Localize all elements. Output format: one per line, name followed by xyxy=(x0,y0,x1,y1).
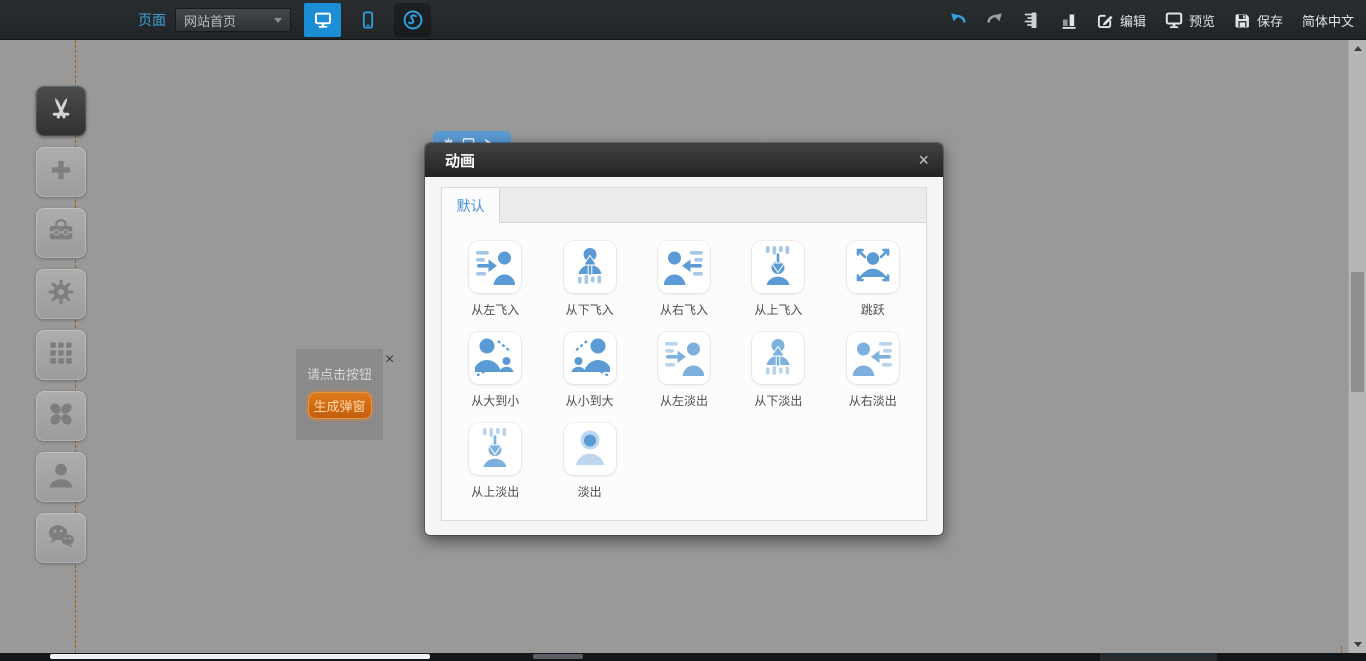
vertical-scrollbar-thumb[interactable] xyxy=(1351,272,1364,392)
link-icon xyxy=(403,10,423,30)
sidebar-item-wechat[interactable] xyxy=(36,513,86,563)
generate-popup-button[interactable]: 生成弹窗 xyxy=(308,392,372,419)
undo-button[interactable] xyxy=(949,11,967,29)
gear-icon xyxy=(46,277,76,312)
fade-out-right-icon xyxy=(853,336,893,381)
sidebar-item-add[interactable] xyxy=(36,147,86,197)
sidebar-item-design[interactable] xyxy=(36,86,86,136)
link-button[interactable] xyxy=(394,3,431,37)
animation-item[interactable]: 从下淡出 xyxy=(731,324,825,415)
element-close-icon[interactable]: × xyxy=(385,352,394,368)
horizontal-scrollbar-thumb[interactable] xyxy=(50,654,430,659)
guide-line-right xyxy=(1341,646,1342,653)
sidebar-item-settings[interactable] xyxy=(36,269,86,319)
animation-item[interactable]: 从大到小 xyxy=(448,324,542,415)
redo-icon xyxy=(986,11,1004,29)
toolbar-left-group: 页面 网站首页 xyxy=(138,0,431,40)
toolbar-right-group: 编辑预览保存简体中文 xyxy=(949,0,1354,40)
undo-icon xyxy=(949,11,967,29)
fly-in-right-icon xyxy=(664,245,704,290)
fade-out-left-icon xyxy=(664,336,704,381)
desktop-icon xyxy=(314,11,332,29)
modal-tabs: 默认 xyxy=(442,188,926,223)
redo-button[interactable] xyxy=(986,11,1004,29)
fade-out-top-icon xyxy=(475,427,515,472)
animation-item[interactable]: 从上淡出 xyxy=(448,415,542,506)
sidebar-item-user[interactable] xyxy=(36,452,86,502)
animation-item[interactable]: 从下飞入 xyxy=(542,233,636,324)
device-switch xyxy=(304,3,431,37)
desktop-view-button[interactable] xyxy=(304,3,341,37)
modal-title: 动画 xyxy=(445,150,475,171)
fade-out-bottom-icon xyxy=(758,336,798,381)
small-to-big-icon xyxy=(570,336,610,381)
user-icon xyxy=(46,460,76,495)
animation-item[interactable]: 从小到大 xyxy=(542,324,636,415)
plus-icon xyxy=(46,155,76,190)
clover-icon xyxy=(46,399,76,434)
page-select[interactable]: 网站首页 xyxy=(175,8,291,32)
tab-default[interactable]: 默认 xyxy=(442,188,500,223)
mobile-view-button[interactable] xyxy=(349,3,386,37)
scroll-down-icon[interactable] xyxy=(1354,642,1362,647)
animation-modal: 动画 × 默认 从左飞入 从下飞入 xyxy=(425,143,943,535)
bottom-bar xyxy=(0,653,1366,661)
animation-item[interactable]: 跳跃 xyxy=(826,233,920,324)
animation-item[interactable]: 从左淡出 xyxy=(637,324,731,415)
animation-item[interactable]: 从上飞入 xyxy=(731,233,825,324)
ruler-icon xyxy=(1023,11,1041,29)
sidebar xyxy=(36,86,86,563)
phone-icon xyxy=(359,11,377,29)
modal-header[interactable]: 动画 × xyxy=(425,143,943,177)
modal-close-icon[interactable]: × xyxy=(918,151,929,169)
edit-button[interactable]: 编辑 xyxy=(1097,11,1146,30)
animation-item[interactable]: 从左飞入 xyxy=(448,233,542,324)
bottom-bar-segment xyxy=(533,654,583,659)
modal-panel: 默认 从左飞入 从下飞入 从右飞入 xyxy=(441,187,927,521)
sidebar-item-widgets[interactable] xyxy=(36,391,86,441)
ruler-button[interactable] xyxy=(1023,11,1041,29)
jump-icon xyxy=(853,245,893,290)
vertical-scrollbar[interactable] xyxy=(1348,40,1366,653)
fade-out-icon xyxy=(570,427,610,472)
fly-in-top-icon xyxy=(758,245,798,290)
scroll-up-icon[interactable] xyxy=(1354,46,1362,51)
stats-icon xyxy=(1060,11,1078,29)
grid-icon xyxy=(46,338,76,373)
edit-icon xyxy=(1097,12,1114,29)
animation-item[interactable]: 从右飞入 xyxy=(637,233,731,324)
popup-element-text: 请点击按钮 xyxy=(296,349,383,383)
page-label: 页面 xyxy=(138,10,166,30)
bottom-bar-segment-right xyxy=(1100,653,1217,661)
fly-in-bottom-icon xyxy=(570,245,610,290)
fly-in-left-icon xyxy=(475,245,515,290)
animation-item[interactable]: 从右淡出 xyxy=(826,324,920,415)
save-icon xyxy=(1234,12,1251,29)
top-toolbar: 页面 网站首页 编辑预览保存简体中文 xyxy=(0,0,1366,40)
toolbox-icon xyxy=(46,216,76,251)
sidebar-item-modules[interactable] xyxy=(36,330,86,380)
preview-button[interactable]: 预览 xyxy=(1165,11,1215,30)
language-button[interactable]: 简体中文 xyxy=(1302,11,1354,30)
preview-icon xyxy=(1165,11,1183,29)
design-tools-icon xyxy=(46,94,76,129)
wechat-icon xyxy=(46,521,76,556)
big-to-small-icon xyxy=(475,336,515,381)
sidebar-item-toolbox[interactable] xyxy=(36,208,86,258)
save-button[interactable]: 保存 xyxy=(1234,11,1283,30)
canvas-popup-element[interactable]: 请点击按钮 生成弹窗 xyxy=(296,349,383,440)
animation-grid: 从左飞入 从下飞入 从右飞入 从上飞入 xyxy=(442,223,926,520)
animation-item[interactable]: 淡出 xyxy=(542,415,636,506)
stats-button[interactable] xyxy=(1060,11,1078,29)
chevron-down-icon xyxy=(274,18,282,23)
page-select-value: 网站首页 xyxy=(184,11,236,30)
modal-body: 默认 从左飞入 从下飞入 从右飞入 xyxy=(425,177,943,535)
